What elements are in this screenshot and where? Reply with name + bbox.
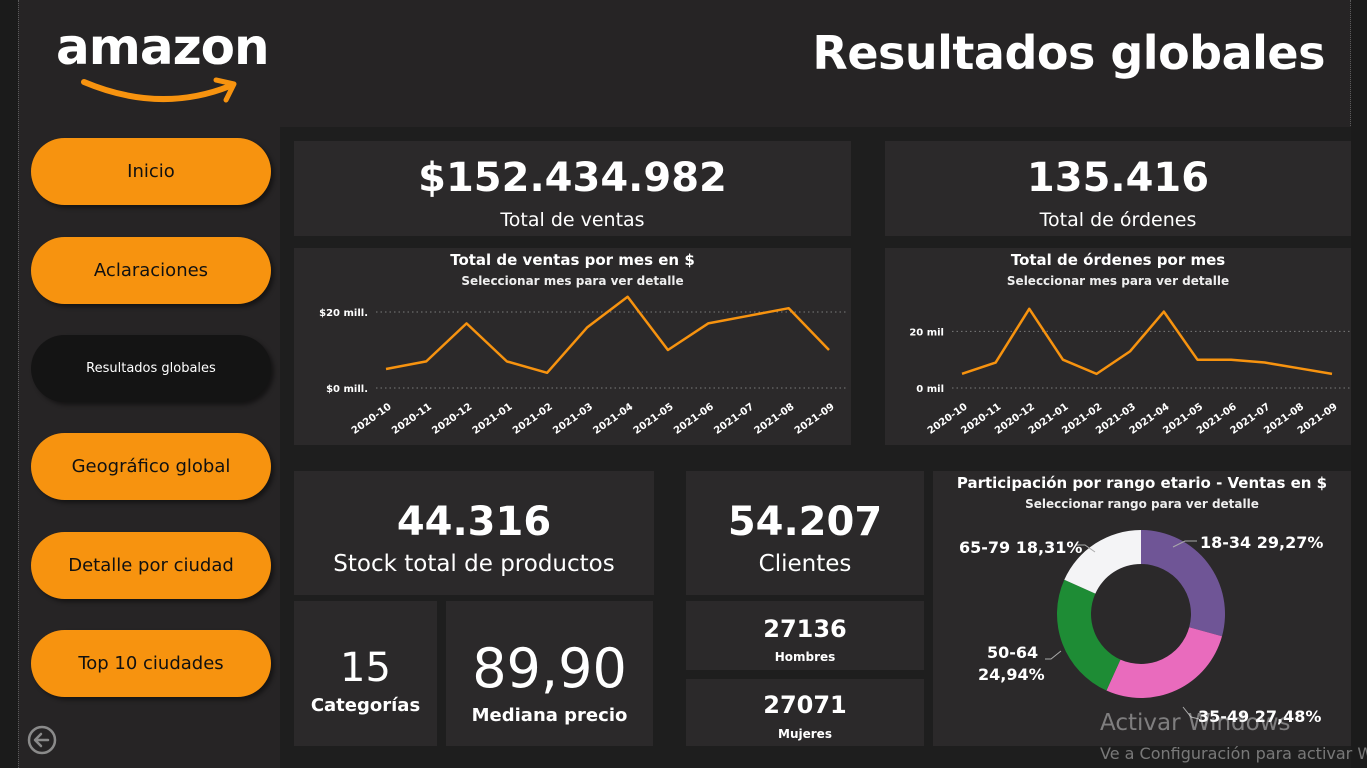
donut-label-50-64-pct: 24,94%: [978, 665, 1045, 684]
x-tick-label: 2021-09: [793, 401, 837, 436]
smile-arrow-icon: [81, 77, 237, 103]
kpi-label-women: Mujeres: [778, 727, 832, 741]
kpi-value-men: 27136: [763, 615, 847, 643]
kpi-card-men: 27136 Hombres: [686, 601, 924, 670]
page-title: Resultados globales: [812, 26, 1325, 80]
sales-chart-card[interactable]: Total de ventas por mes en $ Seleccionar…: [294, 248, 851, 445]
age-chart-card[interactable]: Participación por rango etario - Ventas …: [933, 471, 1351, 746]
orders-chart-card[interactable]: Total de órdenes por mes Seleccionar mes…: [885, 248, 1351, 445]
x-tick-label: 2021-07: [712, 401, 756, 436]
x-tick-label: 2020-11: [390, 401, 434, 436]
kpi-label-stock: Stock total de productos: [333, 551, 615, 577]
kpi-card-women: 27071 Mujeres: [686, 679, 924, 746]
kpi-label-total-orders: Total de órdenes: [1039, 209, 1197, 231]
x-tick-label: 2020-12: [430, 401, 474, 436]
donut-label-18-34: 18-34 29,27%: [1200, 533, 1324, 552]
back-arrow-icon[interactable]: [26, 724, 58, 756]
kpi-card-total-sales: $152.434.982 Total de ventas: [294, 141, 851, 236]
nav-button-inicio[interactable]: Inicio: [31, 138, 271, 205]
kpi-value-women: 27071: [763, 691, 847, 719]
x-tick-label: 2021-06: [672, 401, 716, 436]
kpi-value-stock: 44.316: [396, 499, 552, 545]
kpi-card-total-orders: 135.416 Total de órdenes: [885, 141, 1351, 236]
donut-label-65-79: 65-79 18,31%: [959, 538, 1083, 557]
donut-slice-35-49[interactable]: [1106, 627, 1222, 698]
nav-button-aclaraciones[interactable]: Aclaraciones: [31, 237, 271, 304]
y-tick-label: 0 mil: [916, 384, 944, 395]
x-tick-label: 2021-05: [632, 401, 676, 436]
kpi-label-categories: Categorías: [310, 695, 421, 716]
series-line[interactable]: [961, 307, 1333, 376]
y-tick-label: $20 mill.: [319, 308, 368, 319]
kpi-label-median-price: Mediana precio: [471, 705, 628, 726]
x-tick-label: 2021-08: [753, 401, 797, 436]
kpi-label-men: Hombres: [774, 650, 836, 664]
kpi-card-categories: 15 Categorías: [294, 601, 437, 746]
kpi-value-total-sales: $152.434.982: [418, 155, 727, 201]
kpi-label-total-sales: Total de ventas: [500, 209, 645, 231]
y-tick-label: $0 mill.: [326, 384, 368, 395]
x-tick-label: 2020-10: [350, 401, 394, 436]
age-donut-chart[interactable]: [933, 471, 1351, 746]
logo-text: amazon: [56, 18, 270, 76]
donut-slice-50-64[interactable]: [1057, 579, 1121, 691]
kpi-card-median-price: 89,90 Mediana precio: [446, 601, 653, 746]
kpi-value-median-price: 89,90: [472, 637, 627, 700]
kpi-label-clients: Clientes: [758, 551, 852, 577]
nav-button-resultados-globales[interactable]: Resultados globales: [31, 335, 271, 402]
donut-leader-line: [1045, 650, 1062, 660]
y-tick-label: 20 mil: [909, 327, 944, 338]
x-tick-label: 2021-04: [591, 401, 635, 436]
orders-line-chart[interactable]: 20 mil0 mil2020-102020-112020-122021-012…: [885, 248, 1351, 445]
donut-label-50-64: 50-64: [987, 643, 1039, 662]
windows-activation-watermark: Activar Windows: [1100, 710, 1291, 736]
series-line[interactable]: [385, 295, 830, 375]
kpi-card-clients: 54.207 Clientes: [686, 471, 924, 595]
sales-line-chart[interactable]: $20 mill.$0 mill.2020-102020-112020-1220…: [294, 248, 851, 445]
x-tick-label: 2021-01: [471, 401, 515, 436]
amazon-logo: amazon: [56, 18, 271, 103]
nav-button-top-10-ciudades[interactable]: Top 10 ciudades: [31, 630, 271, 697]
x-tick-label: 2021-03: [551, 401, 595, 436]
kpi-value-categories: 15: [340, 645, 391, 691]
kpi-card-stock: 44.316 Stock total de productos: [294, 471, 654, 595]
x-tick-label: 2021-02: [511, 401, 555, 436]
windows-activation-hint: Ve a Configuración para activar W: [1100, 744, 1367, 763]
kpi-value-total-orders: 135.416: [1026, 155, 1210, 201]
nav-button-geografico-global[interactable]: Geográfico global: [31, 433, 271, 500]
nav-button-detalle-por-ciudad[interactable]: Detalle por ciudad: [31, 532, 271, 599]
kpi-value-clients: 54.207: [727, 499, 883, 545]
